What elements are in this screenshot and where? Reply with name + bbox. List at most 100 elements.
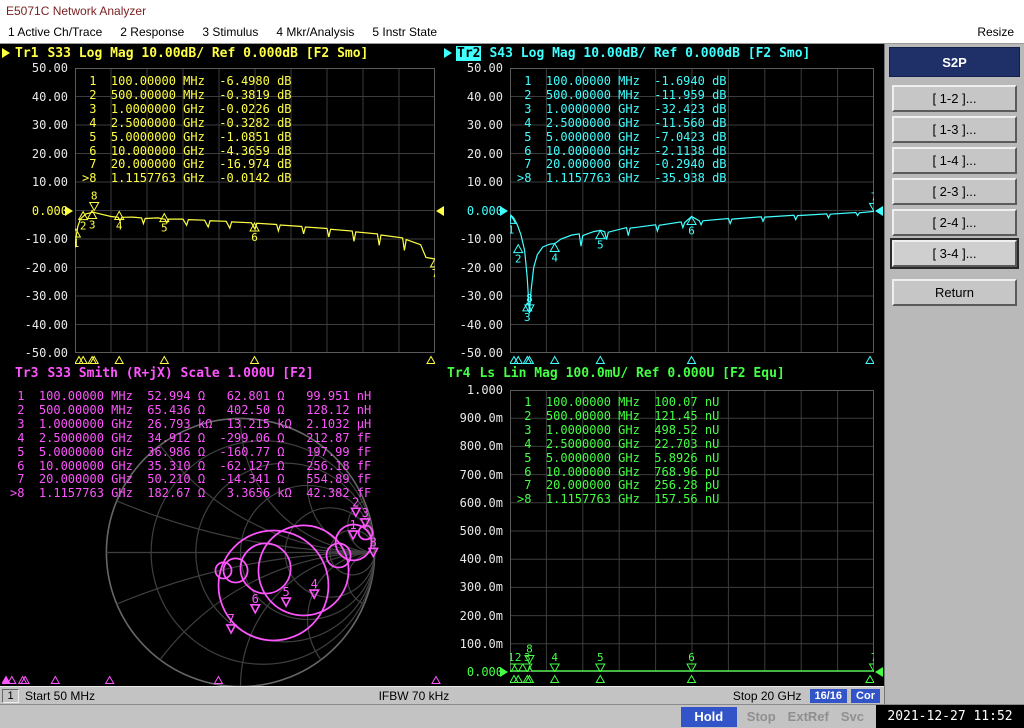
marker-table-row: >8 1.1157763 GHz -35.938 dB [517, 171, 727, 186]
extref-indicator: ExtRef [787, 709, 829, 724]
softkey-1-2[interactable]: [ 1-2 ]... [892, 85, 1017, 112]
marker-number: 6 [252, 592, 259, 606]
y-axis-label: -30.00 [459, 289, 503, 303]
y-axis-label: 400.0m [459, 552, 503, 567]
stimulus-marker [78, 355, 88, 364]
y-axis-label: -40.00 [459, 317, 503, 332]
softkey-return[interactable]: Return [892, 279, 1017, 306]
tr2-header-text: S43 Log Mag 10.00dB/ Ref 0.000dB [F2 Smo… [489, 46, 811, 61]
marker-table-row: 1 100.00000 MHz -6.4980 dB [82, 74, 292, 88]
marker-number: 4 [311, 577, 318, 591]
y-axis-label: 500.0m [459, 524, 503, 538]
marker-number: 2 [515, 253, 522, 266]
tr2-marker-table: 1 100.00000 MHz -1.6940 dB 2 500.00000 M… [517, 74, 727, 186]
stimulus-marker [114, 355, 125, 364]
marker-table-row: 1 100.00000 MHz 52.994 Ω 62.801 Ω 99.951… [10, 389, 372, 403]
tr1-marker-table: 1 100.00000 MHz -6.4980 dB 2 500.00000 M… [82, 74, 292, 186]
marker-symbol [512, 243, 524, 254]
marker-number: 5 [597, 239, 604, 252]
tr1-name: Tr1 [15, 46, 39, 61]
softkey-3-4[interactable]: [ 3-4 ]... [890, 238, 1019, 269]
stimulus-marker [249, 355, 260, 364]
tr4-header[interactable]: Tr4 Ls Lin Mag 100.0mU/ Ref 0.000U [F2 Eq… [446, 366, 785, 381]
marker-table-row: 4 2.5000000 GHz -11.560 dB [517, 115, 727, 130]
tr4-axis-strip [510, 674, 874, 683]
stimulus-marker [865, 674, 874, 683]
softkey-menu-title: S2P [889, 47, 1020, 77]
marker-table-row: 5 5.0000000 GHz -7.0423 dB [517, 129, 727, 144]
menu-instr-state[interactable]: 5 Instr State [372, 22, 437, 43]
y-axis-label: 100.0m [459, 636, 503, 651]
marker-table-row: 5 5.0000000 GHz 36.986 Ω -160.77 Ω 197.9… [10, 444, 372, 459]
y-axis-label: 700.0m [459, 467, 503, 482]
softkey-2-4[interactable]: [ 2-4 ]... [892, 209, 1017, 236]
softkey-1-4[interactable]: [ 1-4 ]... [892, 147, 1017, 174]
tr3-name: Tr3 [15, 366, 39, 381]
marker-number: 8 [91, 190, 98, 203]
tr3-header[interactable]: Tr3 S33 Smith (R+jX) Scale 1.000U [F2] [14, 366, 314, 381]
marker-number: 8 [370, 535, 377, 549]
y-axis-label: -40.00 [24, 317, 68, 332]
tr3-header-text: S33 Smith (R+jX) Scale 1.000U [F2] [47, 366, 314, 381]
stimulus-marker [75, 355, 84, 364]
marker-number: 6 [688, 225, 695, 238]
marker-table-row: >8 1.1157763 GHz 157.56 nU [517, 492, 720, 507]
stimulus-marker [426, 355, 435, 364]
marker-number: 3 [362, 506, 369, 520]
smith-trace-loop [222, 557, 249, 584]
stimulus-marker [159, 355, 170, 364]
y-axis-label: 20.00 [31, 146, 68, 161]
screen: Tr1 S33 Log Mag 10.00dB/ Ref 0.000dB [F2 … [0, 44, 884, 704]
y-axis-label: -20.00 [459, 260, 503, 275]
tr4-name: Tr4 [447, 366, 471, 381]
marker-table-row: 6 10.000000 GHz -2.1138 dB [517, 143, 727, 158]
marker-table-row: 5 5.0000000 GHz -1.0851 dB [82, 129, 292, 144]
start-frequency: Start 50 MHz [25, 688, 96, 703]
tr4-header-text: Ls Lin Mag 100.0mU/ Ref 0.000U [F2 Equ] [479, 366, 785, 381]
marker-table-row: 3 1.0000000 GHz -32.423 dB [517, 101, 727, 116]
marker-symbol [86, 209, 98, 220]
ref-level-arrow-left [500, 667, 508, 677]
stop-indicator: Stop [746, 709, 776, 724]
marker-number: 6 [251, 231, 258, 244]
menu-response[interactable]: 2 Response [120, 22, 184, 43]
y-axis-label: -50.00 [24, 346, 68, 360]
datetime-display: 2021-12-27 11:52 [876, 705, 1024, 728]
menu-stimulus[interactable]: 3 Stimulus [202, 22, 258, 43]
tr1-axis-strip [75, 355, 435, 364]
marker-number: 7 [871, 651, 874, 664]
ref-level-arrow-right [875, 205, 883, 216]
stimulus-marker [549, 355, 560, 364]
marker-number: 8 [526, 292, 533, 305]
marker-number: 2 [80, 220, 87, 233]
ifbw-value: IFBW 70 kHz [378, 688, 450, 703]
tr2-active-arrow [444, 48, 452, 58]
ref-level-arrow-left [65, 205, 73, 216]
marker-table-row: 1 100.00000 MHz 100.07 nU [517, 395, 720, 409]
marker-number: 7 [432, 267, 435, 280]
softkey-1-3[interactable]: [ 1-3 ]... [892, 116, 1017, 143]
tr2-header[interactable]: Tr2 S43 Log Mag 10.00dB/ Ref 0.000dB [F2 … [456, 46, 810, 61]
y-axis-label: -10.00 [459, 232, 503, 246]
marker-table-row: 6 10.000000 GHz -4.3659 dB [82, 143, 292, 158]
menu-active-ch-trace[interactable]: 1 Active Ch/Trace [8, 22, 102, 43]
marker-number: 1 [510, 651, 514, 664]
marker-number: 7 [227, 612, 234, 626]
y-axis-label: -30.00 [24, 289, 68, 303]
tr1-header[interactable]: Tr1 S33 Log Mag 10.00dB/ Ref 0.000dB [F2 … [14, 46, 368, 61]
menu-mkr-analysis[interactable]: 4 Mkr/Analysis [276, 22, 354, 43]
marker-symbol [77, 210, 89, 221]
marker-number: 4 [116, 219, 123, 232]
y-axis-label: 50.00 [466, 61, 503, 75]
marker-table-row: 7 20.000000 GHz 256.28 pU [517, 478, 720, 493]
softkey-2-3[interactable]: [ 2-3 ]... [892, 178, 1017, 205]
marker-table-row: 3 1.0000000 GHz -0.0226 dB [82, 101, 292, 116]
stimulus-marker [431, 675, 441, 684]
marker-table-row: 2 500.00000 MHz -0.3819 dB [82, 87, 292, 102]
instrument-status-bar: Hold Stop ExtRef Svc 2021-12-27 11:52 [0, 704, 1024, 728]
marker-table-row: 2 500.00000 MHz 65.436 Ω 402.50 Ω 128.12… [10, 402, 372, 417]
y-axis-label: 10.00 [466, 175, 503, 189]
menu-resize[interactable]: Resize [977, 22, 1014, 43]
y-axis-label: 800.0m [459, 439, 503, 454]
window-title: E5071C Network Analyzer [6, 4, 147, 18]
